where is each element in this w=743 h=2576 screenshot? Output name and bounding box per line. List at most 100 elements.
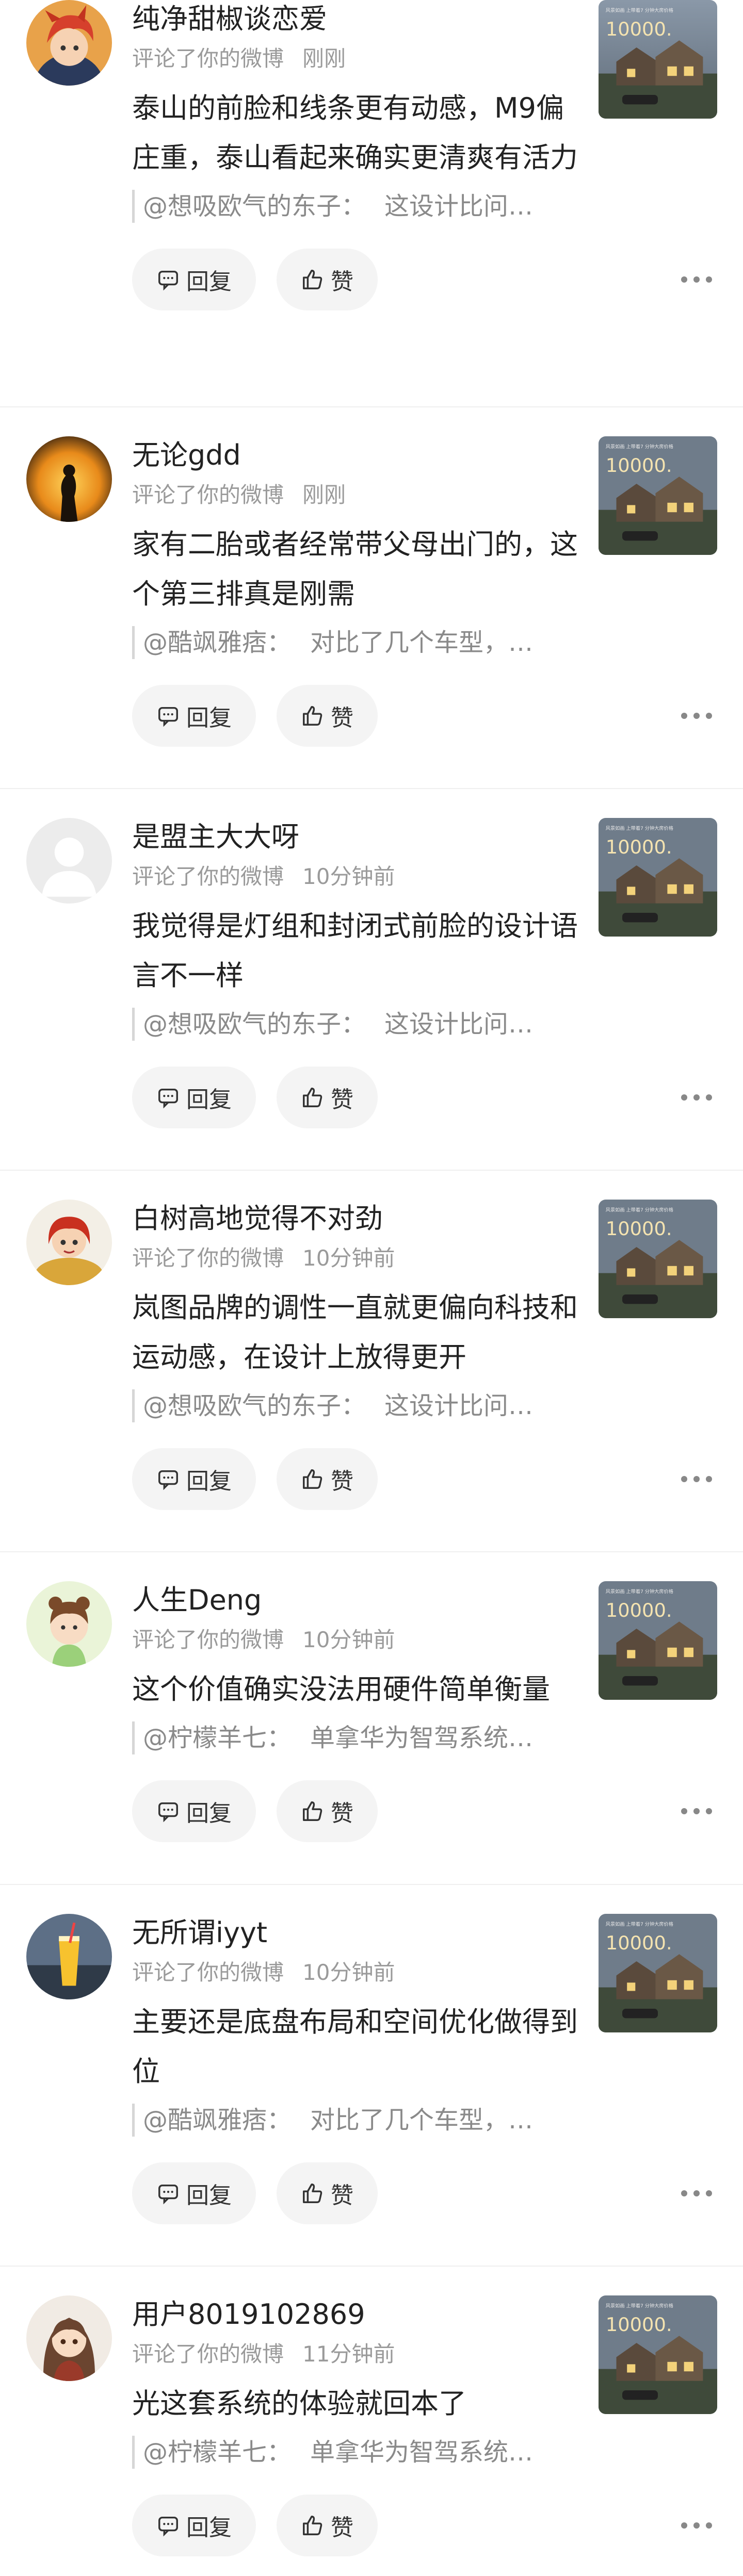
like-label: 赞 bbox=[331, 1087, 353, 1113]
like-button[interactable]: 赞 bbox=[277, 1448, 378, 1510]
timestamp: 10分钟前 bbox=[302, 1245, 395, 1271]
comment-text[interactable]: 岚图品牌的调性一直就更偏向科技和运动感，在设计上放得更开 bbox=[132, 1283, 586, 1382]
like-label: 赞 bbox=[331, 2515, 353, 2541]
more-options-icon[interactable] bbox=[681, 269, 712, 290]
like-label: 赞 bbox=[331, 2183, 353, 2209]
notification-item[interactable]: 用户8019102869 评论了你的微博 11分钟前 光这套系统的体验就回本了 @… bbox=[0, 2267, 743, 2576]
post-thumbnail[interactable]: 风景如画 上带着7 分钟大房价格 10000. bbox=[599, 818, 717, 937]
default-user-avatar bbox=[26, 818, 112, 904]
post-thumbnail[interactable]: 风景如画 上带着7 分钟大房价格 10000. bbox=[599, 436, 717, 555]
quote-text: 对比了几个车型，… bbox=[310, 2106, 534, 2135]
reply-button[interactable]: 回复 bbox=[132, 249, 256, 310]
quoted-comment[interactable]: @柠檬羊七： 单拿华为智驾系统… bbox=[132, 2436, 571, 2469]
action-text: 评论了你的微博 bbox=[132, 46, 284, 71]
thumbs-up-icon bbox=[303, 1801, 322, 1821]
more-options-icon[interactable] bbox=[681, 705, 712, 726]
user-avatar[interactable] bbox=[26, 818, 112, 904]
notification-item[interactable]: 是盟主大大呀 评论了你的微博 10分钟前 我觉得是灯组和封闭式前脸的设计语言不一样… bbox=[0, 789, 743, 1171]
more-options-icon[interactable] bbox=[681, 1801, 712, 1822]
svg-text:10000.: 10000. bbox=[606, 1218, 672, 1240]
comment-text[interactable]: 我觉得是灯组和封闭式前脸的设计语言不一样 bbox=[132, 901, 586, 1000]
comment-text[interactable]: 这个价值确实没法用硬件简单衡量 bbox=[132, 1665, 586, 1714]
reply-button[interactable]: 回复 bbox=[132, 685, 256, 747]
reply-button[interactable]: 回复 bbox=[132, 2162, 256, 2224]
quote-text: 这设计比问… bbox=[384, 1010, 534, 1039]
like-button[interactable]: 赞 bbox=[277, 2495, 378, 2556]
post-thumbnail[interactable]: 风景如画 上带着7 分钟大房价格 10000. bbox=[599, 1914, 717, 2032]
thumbs-up-icon bbox=[303, 270, 322, 289]
red-hair-girl-gold-avatar bbox=[26, 1200, 112, 1285]
house-promo-thumbnail: 风景如画 上带着7 分钟大房价格 10000. bbox=[599, 1581, 717, 1700]
quote-user: @酷飒雅痞： bbox=[143, 628, 292, 657]
like-label: 赞 bbox=[331, 1468, 353, 1495]
notification-item[interactable]: 无所谓iyyt 评论了你的微博 10分钟前 主要还是底盘布局和空间优化做得到位 @… bbox=[0, 1885, 743, 2267]
more-options-icon[interactable] bbox=[681, 2183, 712, 2204]
reply-label: 回复 bbox=[186, 1468, 232, 1495]
timestamp: 11分钟前 bbox=[302, 2341, 395, 2367]
user-avatar[interactable] bbox=[26, 1200, 112, 1285]
svg-text:10000.: 10000. bbox=[606, 836, 672, 858]
user-avatar[interactable] bbox=[26, 2295, 112, 2381]
comment-text[interactable]: 主要还是底盘布局和空间优化做得到位 bbox=[132, 1997, 586, 2096]
quoted-comment[interactable]: @酷飒雅痞： 对比了几个车型，… bbox=[132, 626, 571, 659]
like-button[interactable]: 赞 bbox=[277, 1780, 378, 1842]
notification-item[interactable]: 无论gdd 评论了你的微博 刚刚 家有二胎或者经常带父母出门的，这个第三排真是刚需… bbox=[0, 407, 743, 789]
user-avatar[interactable] bbox=[26, 1914, 112, 1999]
anime-girl-brown-hair-avatar bbox=[26, 2295, 112, 2381]
svg-text:风景如画 上带着7 分钟大房价格: 风景如画 上带着7 分钟大房价格 bbox=[606, 7, 673, 13]
quoted-comment[interactable]: @想吸欧气的东子： 这设计比问… bbox=[132, 190, 571, 223]
notification-item[interactable]: 纯净甜椒谈恋爱 评论了你的微博 刚刚 泰山的前脸和线条更有动感，M9偏庄重，泰山看… bbox=[0, 0, 743, 407]
post-thumbnail[interactable]: 风景如画 上带着7 分钟大房价格 10000. bbox=[599, 0, 717, 119]
more-options-icon[interactable] bbox=[681, 1087, 712, 1108]
reply-button[interactable]: 回复 bbox=[132, 2495, 256, 2556]
like-button[interactable]: 赞 bbox=[277, 1067, 378, 1128]
action-text: 评论了你的微博 bbox=[132, 2341, 284, 2367]
user-avatar[interactable] bbox=[26, 436, 112, 522]
notification-item[interactable]: 白树高地觉得不对劲 评论了你的微博 10分钟前 岚图品牌的调性一直就更偏向科技和运… bbox=[0, 1171, 743, 1552]
chat-bubble-icon bbox=[158, 2516, 178, 2537]
action-text: 评论了你的微博 bbox=[132, 1627, 284, 1652]
quoted-comment[interactable]: @想吸欧气的东子： 这设计比问… bbox=[132, 1008, 571, 1041]
like-button[interactable]: 赞 bbox=[277, 249, 378, 310]
more-options-icon[interactable] bbox=[681, 2515, 712, 2536]
svg-text:10000.: 10000. bbox=[606, 18, 672, 40]
post-thumbnail[interactable]: 风景如画 上带着7 分钟大房价格 10000. bbox=[599, 2295, 717, 2414]
house-promo-thumbnail: 风景如画 上带着7 分钟大房价格 10000. bbox=[599, 436, 717, 555]
quote-user: @柠檬羊七： bbox=[143, 2438, 292, 2467]
like-button[interactable]: 赞 bbox=[277, 685, 378, 747]
thumbs-up-icon bbox=[303, 706, 322, 726]
quoted-comment[interactable]: @柠檬羊七： 单拿华为智驾系统… bbox=[132, 1721, 571, 1754]
comment-text[interactable]: 泰山的前脸和线条更有动感，M9偏庄重，泰山看起来确实更清爽有活力 bbox=[132, 84, 586, 183]
svg-text:风景如画 上带着7 分钟大房价格: 风景如画 上带着7 分钟大房价格 bbox=[606, 1588, 673, 1595]
user-avatar[interactable] bbox=[26, 0, 112, 86]
notification-list: 纯净甜椒谈恋爱 评论了你的微博 刚刚 泰山的前脸和线条更有动感，M9偏庄重，泰山看… bbox=[0, 0, 743, 2576]
svg-text:10000.: 10000. bbox=[606, 1599, 672, 1621]
chat-bubble-icon bbox=[158, 270, 178, 291]
anime-boy-red-hair-avatar bbox=[26, 0, 112, 86]
post-thumbnail[interactable]: 风景如画 上带着7 分钟大房价格 10000. bbox=[599, 1200, 717, 1318]
notification-item[interactable]: 人生Deng 评论了你的微博 10分钟前 这个价值确实没法用硬件简单衡量 @柠檬羊… bbox=[0, 1552, 743, 1885]
quote-user: @柠檬羊七： bbox=[143, 1724, 292, 1752]
juice-drink-avatar bbox=[26, 1914, 112, 1999]
more-options-icon[interactable] bbox=[681, 1469, 712, 1489]
quoted-comment[interactable]: @想吸欧气的东子： 这设计比问… bbox=[132, 1389, 571, 1422]
timestamp: 刚刚 bbox=[302, 46, 346, 71]
reply-button[interactable]: 回复 bbox=[132, 1067, 256, 1128]
action-bar: 回复 赞 bbox=[132, 1067, 743, 1128]
quote-user: @酷飒雅痞： bbox=[143, 2106, 292, 2135]
svg-text:风景如画 上带着7 分钟大房价格: 风景如画 上带着7 分钟大房价格 bbox=[606, 444, 673, 450]
svg-text:10000.: 10000. bbox=[606, 454, 672, 477]
quote-text: 单拿华为智驾系统… bbox=[310, 2438, 534, 2467]
reply-button[interactable]: 回复 bbox=[132, 1780, 256, 1842]
house-promo-thumbnail: 风景如画 上带着7 分钟大房价格 10000. bbox=[599, 818, 717, 937]
comment-text[interactable]: 家有二胎或者经常带父母出门的，这个第三排真是刚需 bbox=[132, 520, 586, 619]
comment-text[interactable]: 光这套系统的体验就回本了 bbox=[132, 2379, 586, 2429]
user-avatar[interactable] bbox=[26, 1581, 112, 1667]
reply-button[interactable]: 回复 bbox=[132, 1448, 256, 1510]
post-thumbnail[interactable]: 风景如画 上带着7 分钟大房价格 10000. bbox=[599, 1581, 717, 1700]
quote-user: @想吸欧气的东子： bbox=[143, 1010, 366, 1039]
house-promo-thumbnail: 风景如画 上带着7 分钟大房价格 10000. bbox=[599, 1200, 717, 1318]
action-text: 评论了你的微博 bbox=[132, 1960, 284, 1985]
like-button[interactable]: 赞 bbox=[277, 2162, 378, 2224]
quoted-comment[interactable]: @酷飒雅痞： 对比了几个车型，… bbox=[132, 2104, 571, 2137]
